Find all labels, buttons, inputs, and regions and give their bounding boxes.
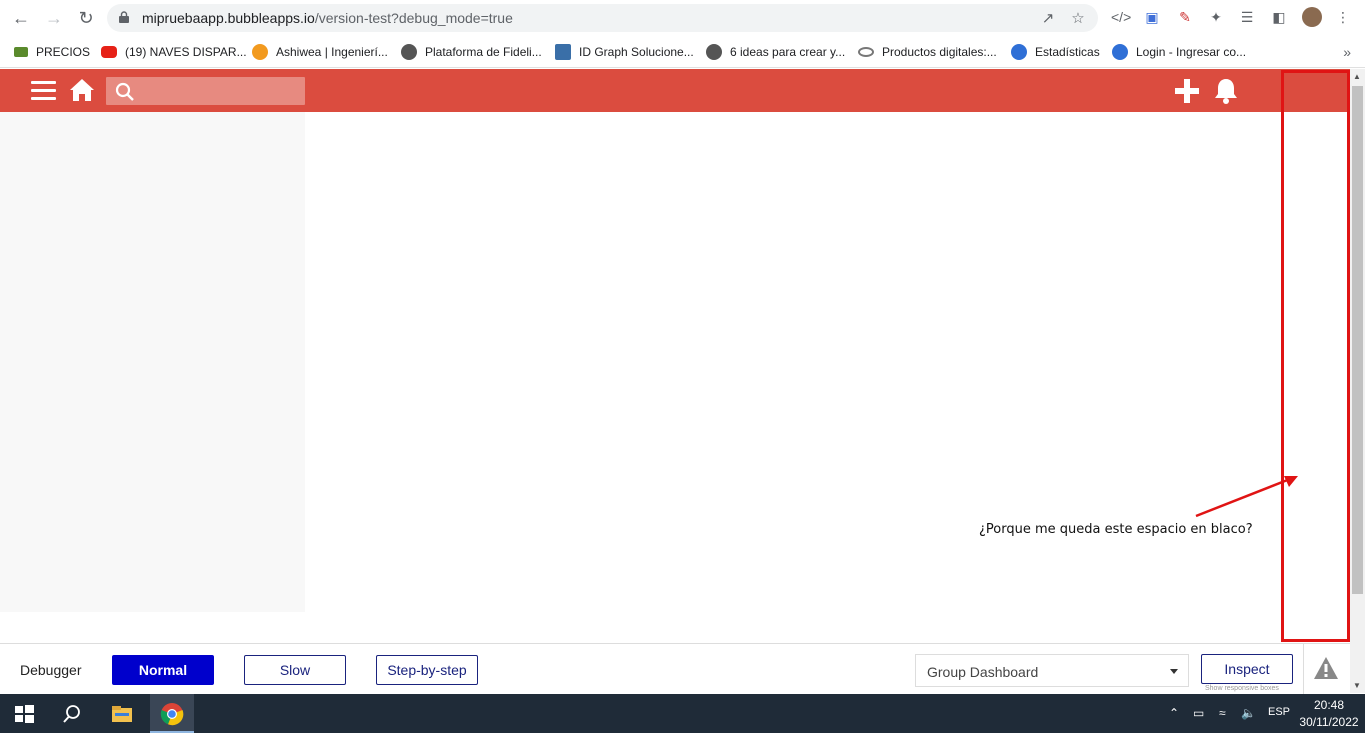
clock-date: 30/11/2022 — [1299, 715, 1359, 729]
bookmark-item[interactable]: 6 ideas para crear y... — [706, 42, 845, 62]
sidebar-panel — [0, 112, 305, 612]
star-icon[interactable]: ☆ — [1069, 10, 1087, 28]
chrome-taskbar-button[interactable] — [150, 694, 194, 733]
scroll-thumb[interactable] — [1352, 86, 1363, 594]
bookmark-item[interactable]: (19) NAVES DISPAR... — [101, 42, 247, 62]
responsive-boxes-toggle[interactable]: Show responsive boxes — [1205, 685, 1279, 692]
app-header — [0, 69, 1350, 112]
windows-taskbar: ⌃ ▭ ≈ 🔈 ESP 20:48 30/11/2022 — [0, 694, 1365, 733]
lock-icon — [119, 11, 129, 23]
url-host: mipruebaapp.bubbleapps.io — [142, 10, 315, 26]
inspect-button[interactable]: Inspect — [1201, 654, 1293, 684]
bookmark-label: Login - Ingresar co... — [1136, 45, 1247, 59]
bookmark-item[interactable]: Plataforma de Fideli... — [401, 42, 542, 62]
volume-icon[interactable]: 🔈 — [1241, 706, 1256, 720]
bell-icon[interactable] — [1213, 77, 1239, 105]
bookmark-label: PRECIOS — [36, 45, 91, 59]
battery-icon[interactable]: ▭ — [1193, 706, 1204, 720]
code-extension-icon[interactable]: </> — [1111, 8, 1131, 26]
bookmark-item[interactable]: Login - Ingresar co... — [1112, 42, 1246, 62]
scroll-up-icon[interactable]: ▲ — [1353, 72, 1361, 81]
more-bookmarks-icon[interactable]: » — [1343, 44, 1351, 60]
slow-mode-button[interactable]: Slow — [244, 655, 346, 685]
bookmark-label: Plataforma de Fideli... — [425, 45, 542, 59]
element-select-dropdown[interactable]: Group Dashboard — [915, 654, 1189, 687]
bookmark-item[interactable]: Ashiwea | Ingenierí... — [252, 42, 388, 62]
bookmark-label: Estadísticas — [1035, 45, 1100, 59]
bookmark-favicon-icon — [252, 44, 268, 60]
bookmark-label: Productos digitales:... — [882, 45, 997, 59]
bookmark-item[interactable]: Productos digitales:... — [858, 42, 997, 62]
red-arrow-annotation — [1195, 476, 1298, 518]
search-input[interactable] — [142, 81, 297, 101]
bookmark-label: ID Graph Solucione... — [579, 45, 694, 59]
reload-icon[interactable]: ↻ — [74, 6, 98, 30]
search-icon — [115, 82, 134, 101]
bookmark-label: 6 ideas para crear y... — [730, 45, 846, 59]
debugger-label: Debugger — [20, 662, 82, 678]
bookmark-favicon-icon — [14, 47, 28, 57]
reading-list-icon[interactable]: ☰ — [1238, 8, 1256, 26]
annotation-text: ¿Porque me queda este espacio en blaco? — [979, 522, 1253, 537]
bookmark-label: Ashiwea | Ingenierí... — [276, 45, 388, 59]
globe-icon — [401, 44, 417, 60]
link-icon — [858, 47, 874, 57]
page-scrollbar[interactable]: ▲ ▼ — [1350, 69, 1365, 693]
bookmark-favicon-icon — [1011, 44, 1027, 60]
plus-icon[interactable] — [1174, 78, 1200, 104]
globe-icon — [706, 44, 722, 60]
url-text: mipruebaapp.bubbleapps.io/version-test?d… — [142, 10, 513, 26]
clock-time: 20:48 — [1313, 698, 1345, 712]
bookmark-item[interactable]: PRECIOS — [14, 42, 90, 62]
eyedropper-extension-icon[interactable]: ✎ — [1176, 8, 1194, 26]
main-content — [305, 112, 1280, 642]
bookmark-label: (19) NAVES DISPAR... — [125, 45, 247, 59]
share-icon[interactable]: ↗ — [1039, 10, 1057, 28]
bookmarks-bar: PRECIOS (19) NAVES DISPAR... Ashiwea | I… — [0, 36, 1365, 68]
hamburger-menu-icon[interactable] — [31, 81, 56, 101]
search-icon[interactable] — [60, 702, 84, 726]
tray-chevron-icon[interactable]: ⌃ — [1169, 706, 1179, 720]
url-path: /version-test?debug_mode=true — [314, 10, 513, 26]
system-clock[interactable]: 20:48 30/11/2022 — [1297, 697, 1361, 731]
menu-dots-icon[interactable]: ⋮ — [1334, 8, 1352, 26]
warning-icon[interactable] — [1313, 656, 1339, 680]
scroll-down-icon[interactable]: ▼ — [1353, 681, 1361, 690]
profile-avatar[interactable] — [1302, 7, 1322, 27]
bookmark-item[interactable]: Estadísticas — [1011, 42, 1100, 62]
chrome-icon — [160, 703, 184, 726]
highlight-box — [1281, 70, 1350, 642]
normal-mode-button[interactable]: Normal — [112, 655, 214, 685]
puzzle-extensions-icon[interactable]: ✦ — [1207, 8, 1225, 26]
search-box[interactable] — [106, 77, 305, 105]
bookmark-item[interactable]: ID Graph Solucione... — [555, 42, 694, 62]
file-explorer-icon[interactable] — [110, 702, 134, 726]
extension-icon[interactable]: ▣ — [1143, 8, 1161, 26]
chevron-down-icon — [1170, 669, 1178, 674]
bookmark-favicon-icon — [555, 44, 571, 60]
address-bar[interactable]: mipruebaapp.bubbleapps.io/version-test?d… — [107, 4, 1098, 32]
browser-toolbar: ← → ↻ mipruebaapp.bubbleapps.io/version-… — [0, 0, 1365, 36]
step-by-step-button[interactable]: Step-by-step — [376, 655, 478, 685]
bookmark-favicon-icon — [1112, 44, 1128, 60]
home-icon[interactable] — [69, 78, 95, 102]
wifi-icon[interactable]: ≈ — [1219, 706, 1226, 720]
windows-start-icon[interactable] — [12, 702, 36, 726]
language-indicator[interactable]: ESP — [1268, 706, 1290, 718]
divider — [1303, 644, 1304, 695]
youtube-icon — [101, 46, 117, 58]
back-arrow-icon[interactable]: ← — [9, 6, 33, 30]
debugger-bar: Debugger Normal Slow Step-by-step Group … — [0, 643, 1350, 695]
side-panel-icon[interactable]: ◧ — [1270, 8, 1288, 26]
forward-arrow-icon[interactable]: → — [42, 6, 66, 30]
selected-element: Group Dashboard — [927, 664, 1039, 680]
